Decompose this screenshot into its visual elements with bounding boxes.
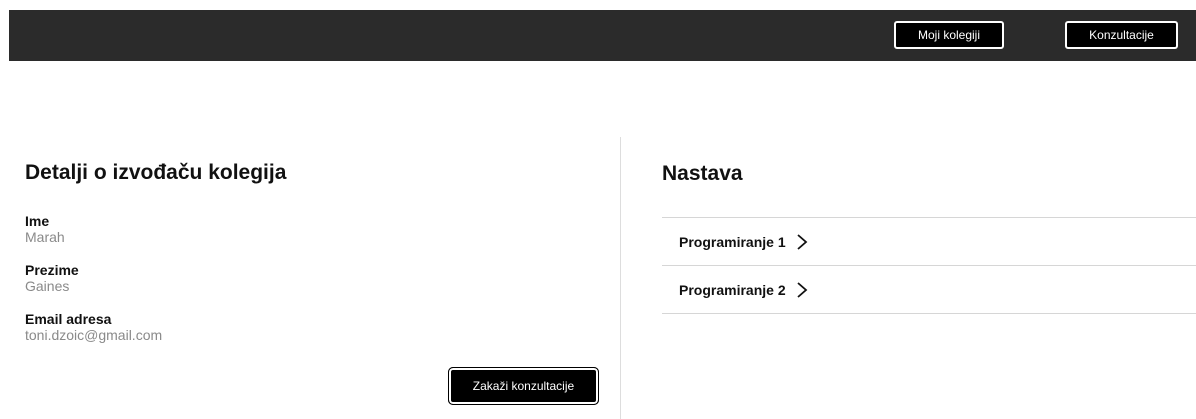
moji-kolegiji-button[interactable]: Moji kolegiji: [894, 21, 1004, 49]
last-name-value: Gaines: [25, 278, 70, 294]
details-heading: Detalji o izvođaču kolegija: [25, 161, 287, 184]
course-list: Programiranje 1 Programiranje 2: [662, 217, 1196, 314]
chevron-right-icon: [796, 233, 808, 251]
course-item-programiranje-1[interactable]: Programiranje 1: [662, 218, 1196, 266]
course-label: Programiranje 1: [679, 233, 786, 250]
course-label: Programiranje 2: [679, 281, 786, 298]
first-name-label: Ime: [25, 213, 50, 229]
field-last-name: Prezime Gaines: [25, 262, 79, 294]
top-navbar: Moji kolegiji Konzultacije: [9, 10, 1196, 61]
panel-divider: [620, 137, 621, 419]
email-value: toni.dzoic@gmail.com: [25, 327, 163, 343]
field-email: Email adresa toni.dzoic@gmail.com: [25, 311, 162, 343]
schedule-consultation-button[interactable]: Zakaži konzultacije: [448, 367, 599, 405]
konzultacije-button[interactable]: Konzultacije: [1065, 21, 1178, 49]
first-name-value: Marah: [25, 229, 65, 245]
chevron-right-icon: [796, 281, 808, 299]
course-item-programiranje-2[interactable]: Programiranje 2: [662, 266, 1196, 314]
field-first-name: Ime Marah: [25, 213, 65, 245]
last-name-label: Prezime: [25, 262, 79, 278]
teaching-heading: Nastava: [662, 162, 743, 185]
email-label: Email adresa: [25, 311, 112, 327]
